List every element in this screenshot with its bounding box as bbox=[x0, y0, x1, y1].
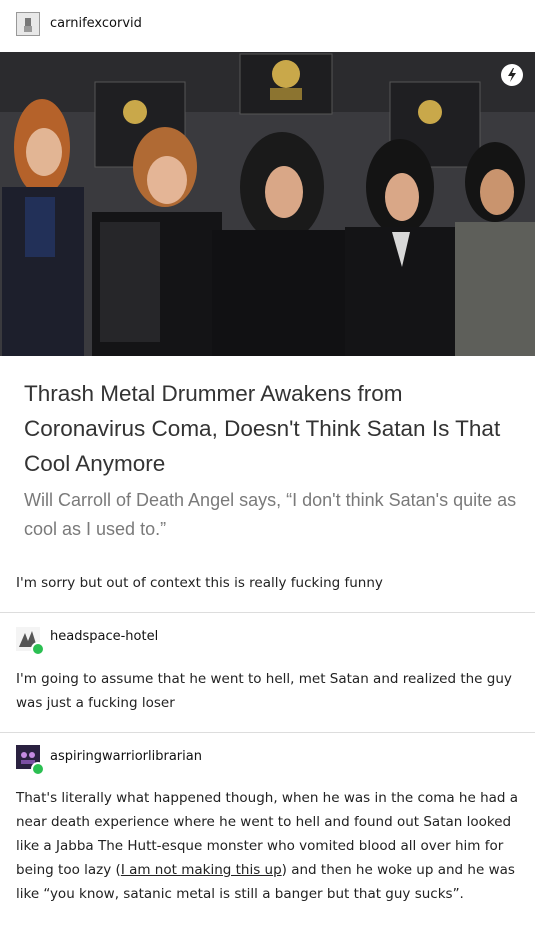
article-subtitle: Will Carroll of Death Angel says, “I don… bbox=[24, 490, 517, 539]
avatar[interactable] bbox=[16, 12, 40, 36]
divider bbox=[0, 612, 535, 613]
post-author-username[interactable]: carnifexcorvid bbox=[50, 16, 142, 31]
person-5 bbox=[455, 142, 535, 356]
lightning-icon[interactable] bbox=[501, 64, 523, 86]
online-badge bbox=[31, 762, 45, 776]
reblog-username[interactable]: aspiringwarriorlibrarian bbox=[50, 749, 202, 764]
source-link[interactable]: I am not making this up bbox=[121, 862, 282, 878]
post-caption: I'm sorry but out of context this is rea… bbox=[16, 575, 383, 591]
trophy-icon bbox=[239, 53, 333, 115]
reblog-text: That's literally what happened though, w… bbox=[16, 786, 521, 906]
band-photo-illustration bbox=[0, 52, 535, 356]
divider bbox=[0, 732, 535, 733]
reblog-text: I'm going to assume that he went to hell… bbox=[16, 671, 512, 711]
online-badge bbox=[31, 642, 45, 656]
reblog-username[interactable]: headspace-hotel bbox=[50, 629, 158, 644]
post-header: carnifexcorvid bbox=[0, 0, 535, 48]
avatar-image bbox=[17, 13, 39, 35]
article-headline[interactable]: Thrash Metal Drummer Awakens from Corona… bbox=[24, 376, 519, 481]
article-photo[interactable] bbox=[0, 52, 535, 356]
